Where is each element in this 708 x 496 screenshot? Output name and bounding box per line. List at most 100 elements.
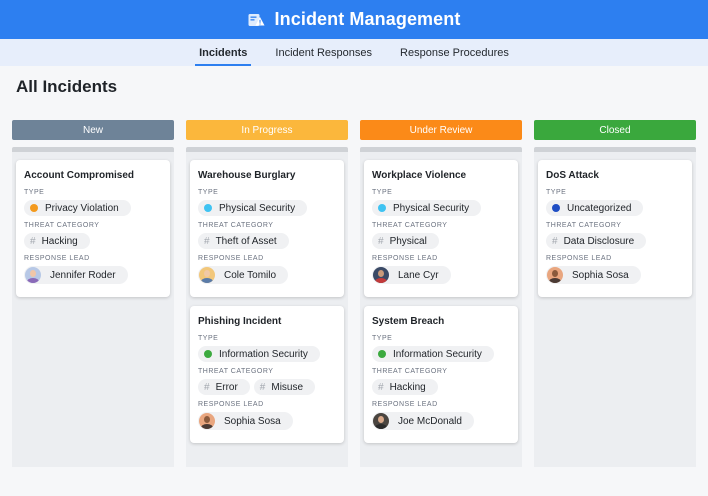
card-title: Phishing Incident xyxy=(198,316,282,327)
hash-icon: # xyxy=(378,381,384,393)
type-label: TYPE xyxy=(546,189,567,196)
threat-value: Physical xyxy=(389,235,427,247)
incident-card[interactable]: DoS Attack TYPE Uncategorized THREAT CAT… xyxy=(538,160,692,297)
person-avatar-icon xyxy=(25,267,41,283)
person-avatar-icon xyxy=(373,413,389,429)
column-header-under-review[interactable]: Under Review xyxy=(360,120,522,140)
lead-name: Cole Tomilo xyxy=(224,269,277,281)
hash-icon: # xyxy=(259,381,266,393)
incident-logo-icon xyxy=(248,13,265,26)
response-lead-label: RESPONSE LEAD xyxy=(198,255,264,262)
lead-name: Sophia Sosa xyxy=(224,415,281,427)
column-in-progress: In Progress Warehouse Burglary TYPE Phys… xyxy=(186,120,348,467)
column-header-closed[interactable]: Closed xyxy=(534,120,696,140)
incident-card[interactable]: Workplace Violence TYPE Physical Securit… xyxy=(364,160,518,297)
incident-card[interactable]: System Breach TYPE Information Security … xyxy=(364,306,518,443)
threat-category-label: THREAT CATEGORY xyxy=(546,222,622,229)
incident-card[interactable]: Warehouse Burglary TYPE Physical Securit… xyxy=(190,160,344,297)
response-lead-label: RESPONSE LEAD xyxy=(372,401,438,408)
response-lead-label: RESPONSE LEAD xyxy=(372,255,438,262)
threat-chip: # Misuse xyxy=(253,379,316,395)
type-value: Privacy Violation xyxy=(45,202,119,214)
green-dot-icon xyxy=(378,350,386,358)
incident-card[interactable]: Phishing Incident TYPE Information Secur… xyxy=(190,306,344,443)
response-lead-label: RESPONSE LEAD xyxy=(198,401,264,408)
column-header-in-progress[interactable]: In Progress xyxy=(186,120,348,140)
tab-incidents[interactable]: Incidents xyxy=(195,39,252,66)
threat-value: Error xyxy=(215,381,238,393)
type-label: TYPE xyxy=(24,189,45,196)
type-value: Information Security xyxy=(219,348,308,360)
card-title: Account Compromised xyxy=(24,170,135,181)
response-lead-chip: Lane Cyr xyxy=(372,266,451,284)
type-label: TYPE xyxy=(372,335,393,342)
threat-value: Hacking xyxy=(41,235,78,247)
green-dot-icon xyxy=(204,350,212,358)
type-chip: Physical Security xyxy=(372,200,482,216)
type-chip: Information Security xyxy=(372,346,494,362)
threat-chip: # Hacking xyxy=(372,379,438,395)
threat-chip: # Physical xyxy=(372,233,439,249)
response-lead-label: RESPONSE LEAD xyxy=(546,255,612,262)
column-label: Closed xyxy=(599,124,631,136)
threat-value: Theft of Asset xyxy=(215,235,277,247)
threat-chip: # Data Disclosure xyxy=(546,233,647,249)
card-title: System Breach xyxy=(372,316,445,327)
type-chip: Physical Security xyxy=(198,200,308,216)
column-under-review: Under Review Workplace Violence TYPE Phy… xyxy=(360,120,522,467)
type-value: Physical Security xyxy=(393,202,470,214)
lead-name: Joe McDonald xyxy=(398,415,462,427)
column-label: In Progress xyxy=(241,124,293,136)
hash-icon: # xyxy=(204,235,210,247)
lead-name: Jennifer Roder xyxy=(50,269,116,281)
card-title: Warehouse Burglary xyxy=(198,170,296,181)
threat-category-label: THREAT CATEGORY xyxy=(372,222,448,229)
app-title: Incident Management xyxy=(274,9,461,29)
person-avatar-icon xyxy=(373,267,389,283)
threat-value: Data Disclosure xyxy=(563,235,635,247)
hash-icon: # xyxy=(378,235,384,247)
incident-card[interactable]: Account Compromised TYPE Privacy Violati… xyxy=(16,160,170,297)
threat-chip: # Error xyxy=(198,379,250,395)
light-blue-dot-icon xyxy=(378,204,386,212)
threat-category-label: THREAT CATEGORY xyxy=(372,368,448,375)
lead-name: Lane Cyr xyxy=(398,269,439,281)
tab-response-procedures[interactable]: Response Procedures xyxy=(398,39,511,66)
hash-icon: # xyxy=(204,381,210,393)
type-chip: Privacy Violation xyxy=(24,200,131,216)
type-label: TYPE xyxy=(198,189,219,196)
type-label: TYPE xyxy=(198,335,219,342)
threat-category-label: THREAT CATEGORY xyxy=(198,368,274,375)
column-label: New xyxy=(82,124,103,136)
response-lead-label: RESPONSE LEAD xyxy=(24,255,90,262)
column-closed: Closed DoS Attack TYPE Uncategorized THR… xyxy=(534,120,696,467)
type-label: TYPE xyxy=(372,189,393,196)
response-lead-chip: Cole Tomilo xyxy=(198,266,289,284)
app-header: Incident Management xyxy=(0,0,708,39)
type-chip: Information Security xyxy=(198,346,320,362)
type-value: Uncategorized xyxy=(567,202,632,214)
light-blue-dot-icon xyxy=(204,204,212,212)
hash-icon: # xyxy=(552,235,558,247)
column-new: New Account Compromised TYPE Privacy Vio… xyxy=(12,120,174,467)
threat-chip: # Theft of Asset xyxy=(198,233,289,249)
threat-category-label: THREAT CATEGORY xyxy=(24,222,100,229)
threat-value: Misuse xyxy=(271,381,304,393)
type-chip: Uncategorized xyxy=(546,200,644,216)
orange-dot-icon xyxy=(30,204,38,212)
threat-chip: # Hacking xyxy=(24,233,90,249)
card-title: DoS Attack xyxy=(546,170,599,181)
person-avatar-icon xyxy=(199,267,215,283)
tab-incident-responses[interactable]: Incident Responses xyxy=(273,39,374,66)
person-avatar-icon xyxy=(199,413,215,429)
person-avatar-icon xyxy=(547,267,563,283)
type-value: Physical Security xyxy=(219,202,296,214)
dark-blue-dot-icon xyxy=(552,204,560,212)
threat-value: Hacking xyxy=(389,381,426,393)
kanban-board: New Account Compromised TYPE Privacy Vio… xyxy=(12,120,698,490)
tab-bar: Incidents Incident Responses Response Pr… xyxy=(0,39,708,66)
threat-category-label: THREAT CATEGORY xyxy=(198,222,274,229)
page-title: All Incidents xyxy=(16,77,118,96)
type-value: Information Security xyxy=(393,348,482,360)
column-header-new[interactable]: New xyxy=(12,120,174,140)
